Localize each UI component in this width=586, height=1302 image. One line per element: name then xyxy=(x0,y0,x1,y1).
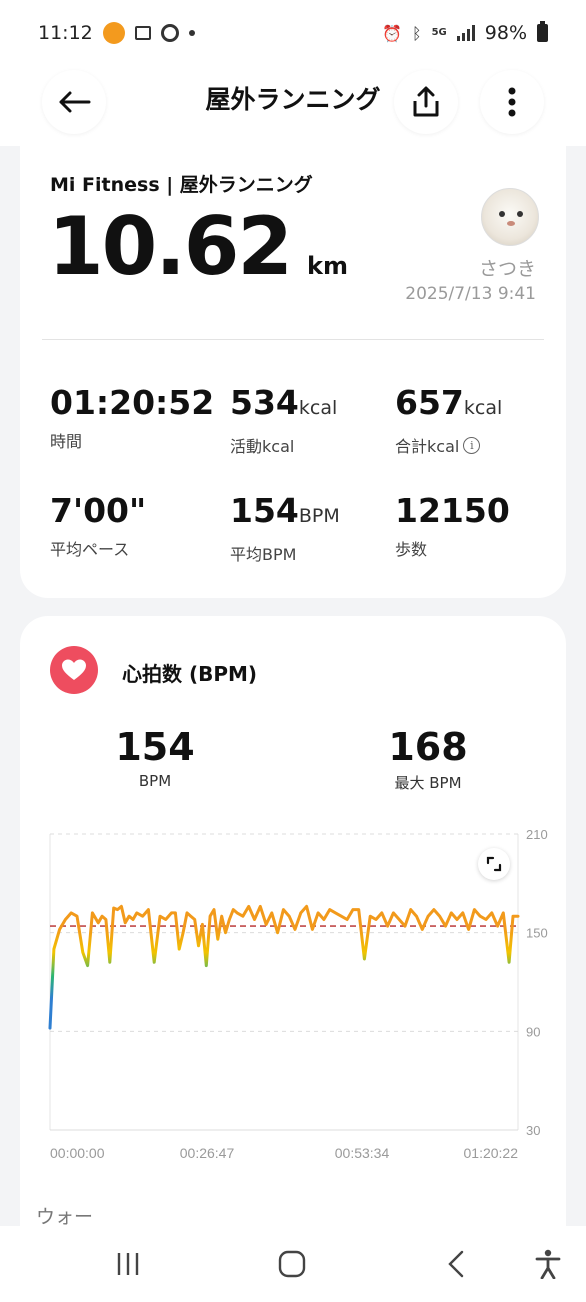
heart-rate-title: 心拍数 (BPM) xyxy=(122,662,258,686)
recent-apps-icon xyxy=(117,1253,139,1275)
app-notification-icon xyxy=(102,22,125,44)
avatar-eye xyxy=(517,211,523,217)
divider xyxy=(42,339,544,340)
avg-bpm-value: 154 xyxy=(115,725,195,769)
home-button[interactable] xyxy=(272,1246,312,1282)
user-name: さつき xyxy=(478,258,536,280)
metric-value: 154 xyxy=(230,491,299,530)
heart-badge xyxy=(50,646,98,694)
walk-label: ウォー xyxy=(36,1206,94,1228)
source-label: Mi Fitness | 屋外ランニング xyxy=(50,174,313,196)
chart-y-tick-label: 30 xyxy=(526,1123,540,1138)
status-time: 11:12 xyxy=(38,22,93,44)
metric-value: 534 xyxy=(230,383,299,422)
chart-x-tick-label: 00:00:00 xyxy=(50,1145,105,1161)
chart-x-tick-label: 01:20:22 xyxy=(464,1145,519,1161)
sync-icon xyxy=(160,24,179,42)
metric-unit: kcal xyxy=(298,397,338,419)
chart-y-tick-label: 90 xyxy=(526,1024,540,1039)
distance: 10.62 km xyxy=(48,202,348,292)
summary-card: Mi Fitness | 屋外ランニング 10.62 km さつき 2025/7… xyxy=(20,140,566,598)
avg-bpm-label: BPM xyxy=(138,772,172,790)
metric-label: 平均ペース xyxy=(50,540,130,559)
back-icon xyxy=(448,1250,464,1278)
chart-x-tick-label: 00:26:47 xyxy=(180,1145,235,1161)
signal-icon xyxy=(456,25,475,41)
heart-rate-chart[interactable]: 210 150 90 30 00:00:00 00:26:47 00:53:34 01:20:… xyxy=(20,816,566,1176)
metric-label: 時間 xyxy=(50,432,83,451)
chart-series-line xyxy=(48,904,520,1030)
metric-label: 歩数 xyxy=(395,540,428,559)
metric-label: 合計kcal xyxy=(395,437,460,456)
metric-unit: kcal xyxy=(463,397,503,419)
distance-value: 10.62 xyxy=(48,200,293,293)
metric-unit: BPM xyxy=(298,505,340,527)
metric-label: 活動kcal xyxy=(230,437,295,456)
metric-value: 01:20:52 xyxy=(50,383,215,422)
metric-label: 平均BPM xyxy=(230,545,297,564)
avatar[interactable] xyxy=(481,188,539,246)
metric-value: 657 xyxy=(395,383,464,422)
max-bpm-stat: 168 最大 BPM xyxy=(358,724,498,793)
accessibility-icon xyxy=(535,1249,561,1279)
battery-icon xyxy=(537,21,548,42)
avatar-eye xyxy=(499,211,505,217)
max-bpm-label: 最大 BPM xyxy=(394,774,462,792)
alarm-icon: ⏰ xyxy=(382,23,402,43)
status-bar: 11:12 ⏰ ᛒ 5G 98% xyxy=(0,0,586,66)
expand-icon xyxy=(486,856,502,872)
date-time: 2025/7/13 9:41 xyxy=(405,284,536,304)
mail-icon xyxy=(134,26,151,40)
back-nav-button[interactable] xyxy=(436,1246,476,1282)
bluetooth-icon: ᛒ xyxy=(411,23,422,43)
chart-x-tick-label: 00:53:34 xyxy=(335,1145,390,1161)
chart-y-tick-label: 210 xyxy=(526,827,548,842)
avg-bpm-stat: 154 BPM xyxy=(85,724,225,790)
5g-icon: 5G xyxy=(431,27,447,38)
metric-value: 7'00" xyxy=(50,491,147,530)
share-button[interactable] xyxy=(394,70,458,134)
dot-icon xyxy=(188,30,195,36)
system-icons: ⏰ ᛒ 5G 98% xyxy=(382,21,548,44)
accessibility-button[interactable] xyxy=(528,1246,568,1282)
info-icon[interactable]: i xyxy=(463,436,481,454)
notification-icons xyxy=(102,22,195,44)
home-icon xyxy=(278,1250,306,1278)
recent-apps-button[interactable] xyxy=(108,1246,148,1282)
metric-duration: 01:20:52 時間 xyxy=(50,384,214,452)
metric-avg-pace: 7'00" 平均ペース xyxy=(50,492,146,560)
more-vertical-icon xyxy=(508,87,516,117)
metric-total-kcal: 657kcal 合計kcal i xyxy=(395,384,502,457)
system-nav-bar xyxy=(0,1226,586,1302)
metric-active-kcal: 534kcal 活動kcal xyxy=(230,384,337,457)
avatar-nose xyxy=(507,221,515,226)
chart-y-tick-label: 150 xyxy=(526,926,548,941)
metric-avg-bpm: 154BPM 平均BPM xyxy=(230,492,340,565)
heart-icon xyxy=(62,659,86,680)
distance-unit: km xyxy=(307,252,349,280)
more-button[interactable] xyxy=(480,70,544,134)
max-bpm-value: 168 xyxy=(388,725,468,769)
heart-rate-card[interactable]: 心拍数 (BPM) 154 BPM 168 最大 BPM 210 150 90 30 0… xyxy=(20,616,566,1236)
share-icon xyxy=(413,86,439,117)
metric-steps: 12150 歩数 xyxy=(395,492,510,560)
battery-text: 98% xyxy=(484,22,527,44)
app-header: 屋外ランニング xyxy=(0,66,586,146)
expand-chart-button[interactable] xyxy=(478,848,510,880)
metric-value: 12150 xyxy=(395,491,510,530)
